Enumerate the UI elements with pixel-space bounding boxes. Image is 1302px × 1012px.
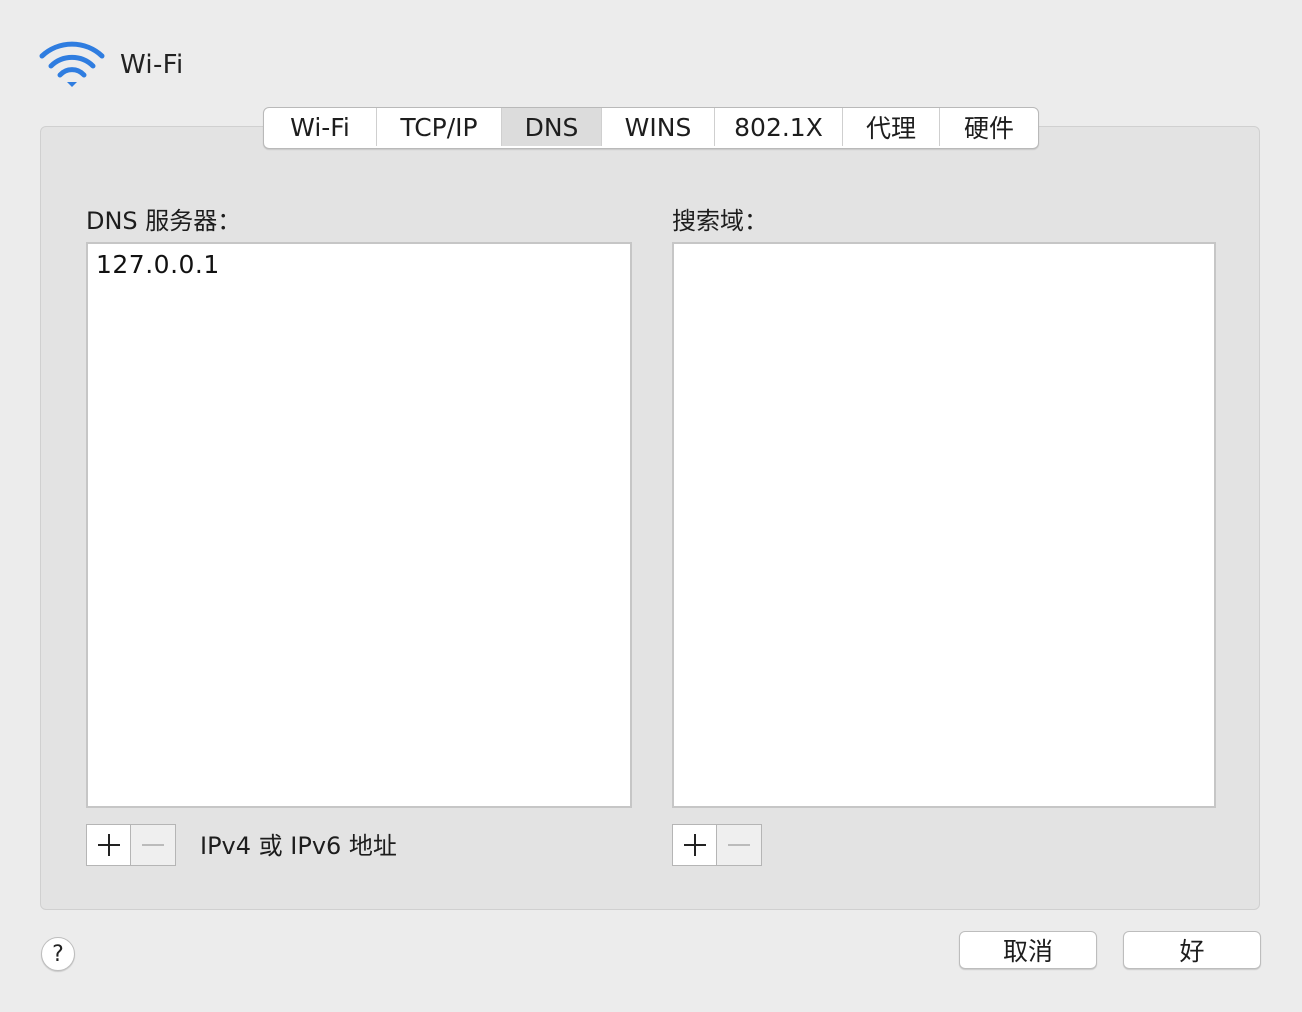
tab-dns[interactable]: DNS	[502, 108, 602, 146]
dns-servers-add-remove	[86, 824, 176, 866]
help-button[interactable]: ?	[41, 937, 75, 971]
ok-button[interactable]: 好	[1123, 931, 1261, 969]
tab-wifi[interactable]: Wi-Fi	[264, 108, 377, 146]
tab-wins[interactable]: WINS	[602, 108, 715, 146]
window-title: Wi-Fi	[120, 50, 184, 80]
search-domains-label: 搜索域：	[672, 207, 768, 235]
list-item[interactable]: 127.0.0.1	[88, 244, 630, 285]
wifi-icon	[39, 41, 105, 87]
search-domains-add-remove	[672, 824, 762, 866]
tab-proxy[interactable]: 代理	[843, 108, 940, 146]
tab-hardware[interactable]: 硬件	[940, 108, 1038, 146]
plus-icon	[97, 834, 120, 856]
search-domains-list[interactable]	[672, 242, 1216, 808]
dns-servers-label: DNS 服务器：	[86, 207, 242, 235]
tab-bar: Wi-Fi TCP/IP DNS WINS 802.1X 代理 硬件	[263, 107, 1039, 149]
remove-dns-server-button[interactable]	[131, 825, 175, 865]
network-advanced-window: Wi-Fi Wi-Fi TCP/IP DNS WINS 802.1X 代理 硬件…	[0, 0, 1302, 1012]
minus-icon	[142, 844, 164, 846]
plus-icon	[683, 834, 706, 856]
dns-address-hint: IPv4 或 IPv6 地址	[200, 832, 397, 860]
cancel-button[interactable]: 取消	[959, 931, 1097, 969]
add-dns-server-button[interactable]	[87, 825, 131, 865]
tab-8021x[interactable]: 802.1X	[715, 108, 843, 146]
header: Wi-Fi	[38, 40, 184, 90]
dns-servers-list[interactable]: 127.0.0.1	[86, 242, 632, 808]
minus-icon	[728, 844, 750, 846]
add-search-domain-button[interactable]	[673, 825, 717, 865]
tab-tcpip[interactable]: TCP/IP	[377, 108, 502, 146]
remove-search-domain-button[interactable]	[717, 825, 761, 865]
